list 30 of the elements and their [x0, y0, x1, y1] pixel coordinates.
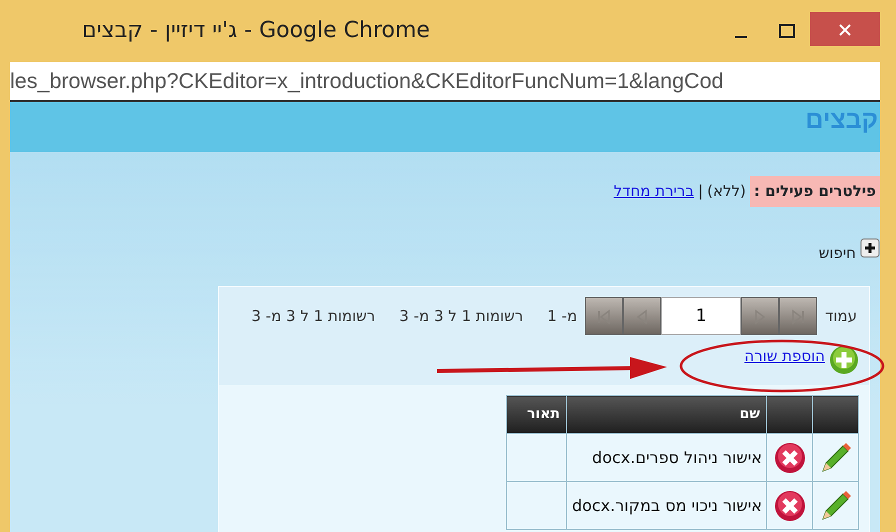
page-input[interactable]: 1	[661, 297, 742, 335]
column-header: תאור	[506, 396, 566, 434]
delete-icon[interactable]	[774, 442, 806, 474]
expand-icon[interactable]	[860, 238, 880, 258]
records-count: רשומות 1 ל 3 מ- 3	[399, 306, 524, 327]
minimize-icon	[735, 36, 747, 38]
filters-value: (ללא)	[707, 181, 746, 202]
first-page-icon	[790, 308, 806, 325]
close-icon	[838, 22, 852, 37]
default-link[interactable]: ברירת מחדל	[614, 176, 694, 202]
column-header: שם	[566, 396, 766, 434]
file-name: אישור ניהול ספרים.docx	[566, 434, 766, 482]
page-label: עמוד	[825, 306, 857, 327]
address-bar[interactable]: les_browser.php?CKEditor=x_introduction&CKEditorFuncNum=1&langCod	[10, 62, 880, 102]
last-page-icon	[596, 308, 612, 325]
separator: |	[698, 181, 704, 202]
add-icon[interactable]	[829, 345, 859, 375]
add-row-link[interactable]: הוספת שורה	[744, 345, 825, 368]
maximize-icon	[779, 24, 795, 38]
records-count: רשומות 1 ל 3 מ- 3	[251, 306, 376, 327]
next-page-button[interactable]	[623, 297, 662, 335]
page-count: מ- 1	[547, 306, 578, 327]
filters-label: פילטרים פעילים :	[750, 176, 880, 206]
delete-icon[interactable]	[774, 490, 806, 522]
window-title: ג'יי דיזיין - קבצים - Google Chrome	[82, 16, 430, 44]
file-name: אישור ניכוי מס במקור.docx	[566, 482, 766, 530]
previous-page-button[interactable]	[741, 297, 780, 335]
last-page-button[interactable]	[585, 297, 624, 335]
search-toggle[interactable]: חיפוש	[818, 238, 856, 264]
first-page-button[interactable]	[779, 297, 818, 335]
